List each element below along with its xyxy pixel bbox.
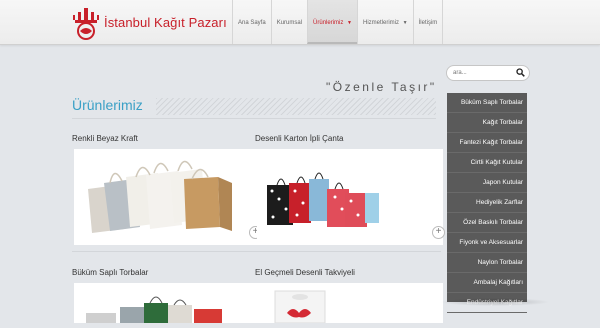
nav-item-label: Kurumsal bbox=[276, 20, 303, 26]
search-input[interactable] bbox=[453, 67, 513, 78]
category-item[interactable]: Fantezi Kağıt Torbalar bbox=[447, 133, 527, 153]
twisted-handle-bags-image[interactable] bbox=[74, 283, 260, 323]
divider bbox=[72, 118, 436, 119]
add-icon[interactable]: + bbox=[432, 226, 445, 239]
die-cut-handle-bag-illustration bbox=[274, 290, 326, 324]
category-item[interactable]: Cirtli Kağıt Kutular bbox=[447, 153, 527, 173]
product-name[interactable]: Desenli Karton İpli Çanta bbox=[255, 133, 441, 145]
nav-item-urunlerimiz[interactable]: Ürünlerimiz ▼ bbox=[307, 0, 357, 44]
category-item[interactable]: Naylon Torbalar bbox=[447, 253, 527, 273]
main-nav: Ana Sayfa Kurumsal Ürünlerimiz ▼ Hizmetl… bbox=[232, 0, 444, 44]
ibb-emblem-icon bbox=[73, 8, 99, 40]
slogan: "Özenle Taşır" bbox=[326, 80, 437, 94]
kraft-bags-image[interactable]: + bbox=[74, 149, 262, 245]
divider bbox=[72, 251, 258, 252]
nav-item-label: Hizmetlerimiz bbox=[363, 20, 399, 26]
die-cut-handle-bag-image[interactable] bbox=[257, 283, 443, 324]
nav-item-iletisim[interactable]: İletişim bbox=[412, 0, 444, 44]
search-icon[interactable] bbox=[516, 68, 525, 77]
kraft-bags-illustration bbox=[88, 160, 232, 233]
category-item[interactable]: Ambalaj Kağıtları bbox=[447, 273, 527, 293]
nav-item-label: İletişim bbox=[418, 20, 438, 26]
site-logo[interactable]: İstanbul Kağıt Pazarı bbox=[72, 6, 227, 40]
nav-item-label: Ürünlerimiz bbox=[313, 20, 344, 26]
nav-item-hizmetlerimiz[interactable]: Hizmetlerimiz ▼ bbox=[357, 0, 413, 44]
polka-dot-bags-image[interactable]: + bbox=[257, 149, 445, 245]
polka-dot-bags-illustration bbox=[267, 172, 379, 227]
product-card[interactable]: Desenli Karton İpli Çanta + bbox=[255, 133, 445, 252]
product-card[interactable]: Büküm Saplı Torbalar bbox=[72, 267, 260, 323]
category-item[interactable]: Kağıt Torbalar bbox=[447, 113, 527, 133]
title-decoration bbox=[156, 98, 436, 115]
twisted-handle-bags-illustration bbox=[86, 296, 222, 323]
chevron-down-icon: ▼ bbox=[402, 20, 408, 26]
chevron-down-icon: ▼ bbox=[347, 20, 352, 26]
category-item[interactable]: Büküm Saplı Torbalar bbox=[447, 93, 527, 113]
product-card[interactable]: Renkli Beyaz Kraft + bbox=[72, 133, 262, 252]
category-list: Büküm Saplı Torbalar Kağıt Torbalar Fant… bbox=[447, 93, 527, 313]
nav-item-kurumsal[interactable]: Kurumsal bbox=[270, 0, 307, 44]
product-name[interactable]: Büküm Saplı Torbalar bbox=[72, 267, 258, 279]
nav-item-label: Ana Sayfa bbox=[238, 20, 266, 26]
product-name[interactable]: Renkli Beyaz Kraft bbox=[72, 133, 258, 145]
site-header: İstanbul Kağıt Pazarı Ana Sayfa Kurumsal… bbox=[0, 0, 600, 45]
category-item[interactable]: Özel Baskılı Torbalar bbox=[447, 213, 527, 233]
category-item[interactable]: Japon Kutular bbox=[447, 173, 527, 193]
product-card[interactable]: El Geçmeli Desenli Takviyeli bbox=[255, 267, 443, 324]
search-box[interactable] bbox=[446, 65, 530, 81]
nav-item-ana-sayfa[interactable]: Ana Sayfa bbox=[232, 0, 271, 44]
product-name[interactable]: El Geçmeli Desenli Takviyeli bbox=[255, 267, 441, 279]
brand-name: İstanbul Kağıt Pazarı bbox=[104, 15, 227, 30]
category-list-shadow bbox=[440, 298, 550, 306]
divider bbox=[255, 251, 441, 252]
category-item[interactable]: Hediyelik Zarflar bbox=[447, 193, 527, 213]
section-title: Ürünlerimiz bbox=[72, 97, 143, 113]
category-item[interactable]: Fiyonk ve Aksesuarlar bbox=[447, 233, 527, 253]
